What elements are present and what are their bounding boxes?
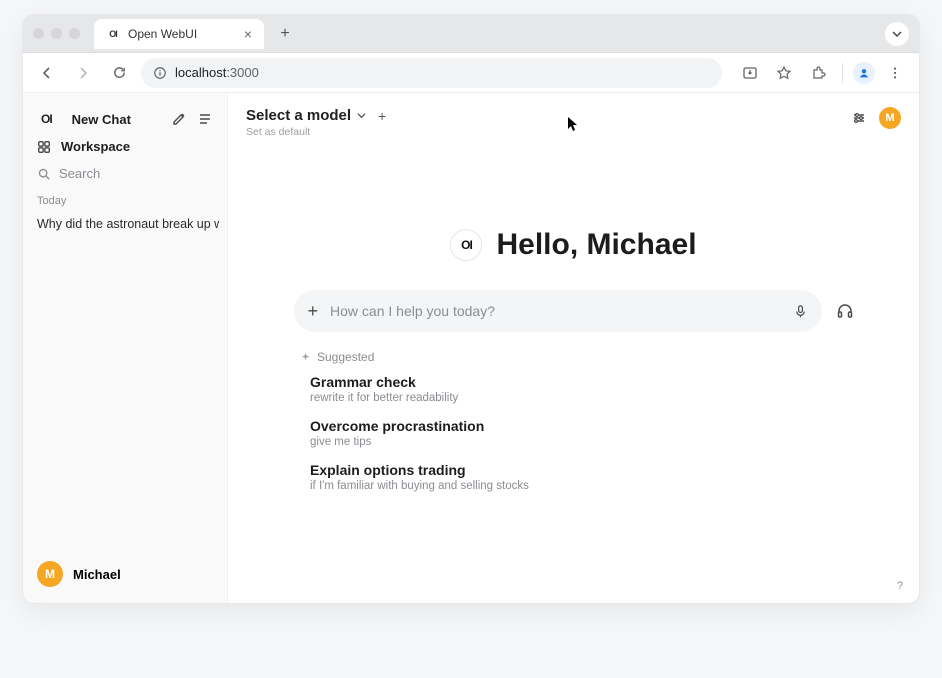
search-placeholder: Search <box>59 166 100 181</box>
hero-logo-icon: OI <box>450 229 482 261</box>
suggested-section: Suggested Grammar check rewrite it for b… <box>300 350 820 506</box>
browser-window: OI Open WebUI × + localhost:3000 <box>22 14 920 604</box>
set-default-link[interactable]: Set as default <box>246 126 386 138</box>
help-button[interactable]: ? <box>891 577 909 595</box>
sidebar-search[interactable]: Search <box>31 160 219 187</box>
browser-profile-button[interactable] <box>853 62 875 84</box>
grid-icon <box>37 140 51 154</box>
sliders-icon <box>851 110 867 126</box>
suggested-label: Suggested <box>300 350 820 364</box>
window-controls[interactable] <box>33 28 80 39</box>
search-icon <box>37 167 51 181</box>
sidebar-user[interactable]: M Michael <box>31 555 219 593</box>
chevron-down-icon <box>892 29 902 39</box>
compose-icon[interactable] <box>171 111 187 127</box>
headphones-icon <box>836 302 854 320</box>
reload-button[interactable] <box>105 59 133 87</box>
suggested-item[interactable]: Overcome procrastination give me tips <box>300 418 820 448</box>
collapse-sidebar-icon[interactable] <box>197 111 213 127</box>
reload-icon <box>112 65 127 80</box>
arrow-left-icon <box>39 65 55 81</box>
attach-button[interactable]: + <box>308 301 319 322</box>
new-tab-button[interactable]: + <box>274 23 296 45</box>
traffic-minimize-icon[interactable] <box>51 28 62 39</box>
favicon-oi-icon: OI <box>106 27 120 41</box>
star-icon <box>776 65 792 81</box>
browser-menu-button[interactable] <box>881 59 909 87</box>
bookmark-button[interactable] <box>770 59 798 87</box>
close-tab-icon[interactable]: × <box>244 26 252 42</box>
browser-tab[interactable]: OI Open WebUI × <box>94 19 264 49</box>
kebab-icon <box>888 66 902 80</box>
sidebar-workspace[interactable]: Workspace <box>31 133 219 160</box>
url-text: localhost:3000 <box>175 65 259 80</box>
user-name: Michael <box>73 567 121 582</box>
suggested-item[interactable]: Grammar check rewrite it for better read… <box>300 374 820 404</box>
toolbar-divider <box>842 63 843 83</box>
browser-toolbar: localhost:3000 <box>23 53 919 93</box>
tab-title: Open WebUI <box>128 27 197 41</box>
suggested-subtitle: give me tips <box>310 436 820 448</box>
traffic-close-icon[interactable] <box>33 28 44 39</box>
app: OI New Chat Workspace <box>23 93 919 603</box>
workspace-label: Workspace <box>61 139 130 154</box>
main: Select a model + Set as default M <box>228 93 919 603</box>
traffic-zoom-icon[interactable] <box>69 28 80 39</box>
sidebar: OI New Chat Workspace <box>23 93 228 603</box>
suggested-title: Explain options trading <box>310 462 820 478</box>
suggested-subtitle: if I'm familiar with buying and selling … <box>310 480 820 492</box>
sparkle-icon <box>300 352 311 363</box>
suggested-title: Grammar check <box>310 374 820 390</box>
history-section-label: Today <box>31 187 219 211</box>
sidebar-new-chat[interactable]: OI New Chat <box>31 105 219 133</box>
model-selector[interactable]: Select a model + <box>246 107 386 124</box>
prompt-bar[interactable]: + <box>294 290 822 332</box>
prompt-row: + <box>294 290 854 332</box>
new-chat-label: New Chat <box>72 112 131 127</box>
chevron-down-icon <box>357 111 366 120</box>
header-avatar[interactable]: M <box>879 107 901 129</box>
mic-button[interactable] <box>793 304 808 319</box>
add-model-button[interactable]: + <box>378 108 386 124</box>
voice-mode-button[interactable] <box>836 302 854 320</box>
forward-button[interactable] <box>69 59 97 87</box>
main-header: Select a model + Set as default M <box>228 93 919 138</box>
model-selector-label: Select a model <box>246 107 351 124</box>
extensions-button[interactable] <box>804 59 832 87</box>
cursor-icon <box>567 116 579 132</box>
site-info-icon[interactable] <box>153 66 167 80</box>
hero-greeting: Hello, Michael <box>496 228 696 262</box>
tabs-overflow-button[interactable] <box>885 22 909 46</box>
install-app-button[interactable] <box>736 59 764 87</box>
arrow-right-icon <box>75 65 91 81</box>
suggested-item[interactable]: Explain options trading if I'm familiar … <box>300 462 820 492</box>
address-bar[interactable]: localhost:3000 <box>141 58 722 88</box>
tab-strip: OI Open WebUI × + <box>23 15 919 53</box>
mic-icon <box>793 304 808 319</box>
person-icon <box>857 66 871 80</box>
suggested-subtitle: rewrite it for better readability <box>310 392 820 404</box>
history-item[interactable]: Why did the astronaut break up wi <box>31 211 219 237</box>
settings-button[interactable] <box>851 110 867 126</box>
install-icon <box>742 65 758 81</box>
hero: OI Hello, Michael <box>228 228 919 262</box>
prompt-input[interactable] <box>330 303 780 319</box>
avatar: M <box>37 561 63 587</box>
suggested-title: Overcome procrastination <box>310 418 820 434</box>
puzzle-icon <box>810 65 826 81</box>
logo-oi-icon: OI <box>41 112 52 126</box>
back-button[interactable] <box>33 59 61 87</box>
